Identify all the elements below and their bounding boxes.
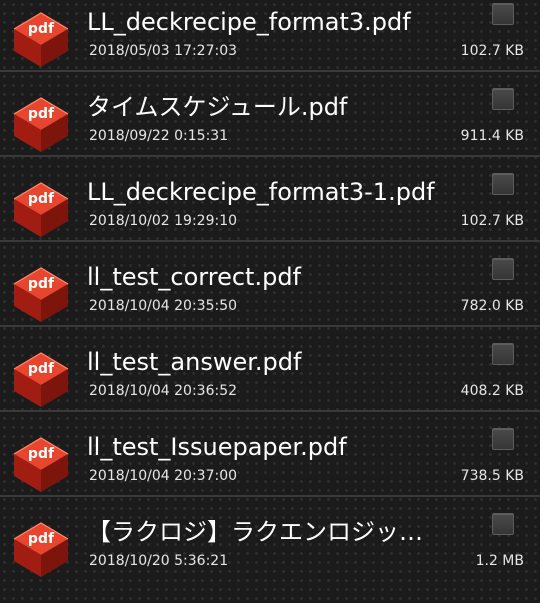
select-checkbox[interactable] <box>492 88 514 110</box>
file-list-item[interactable]: pdf LL_deckrecipe_format3.pdf 2018/05/03… <box>0 0 540 72</box>
svg-text:pdf: pdf <box>28 361 55 377</box>
select-checkbox[interactable] <box>492 173 514 195</box>
svg-text:pdf: pdf <box>28 276 55 292</box>
pdf-icon: pdf <box>12 266 70 324</box>
file-size: 782.0 KB <box>460 298 524 314</box>
file-size: 1.2 MB <box>475 553 524 569</box>
file-name: ll_test_answer.pdf <box>87 348 302 376</box>
pdf-icon: pdf <box>12 11 70 69</box>
file-date: 2018/10/04 20:35:50 <box>89 298 238 314</box>
svg-text:pdf: pdf <box>28 531 55 547</box>
file-size: 738.5 KB <box>460 468 524 484</box>
select-checkbox[interactable] <box>492 513 514 535</box>
file-date: 2018/10/04 20:37:00 <box>89 468 238 484</box>
pdf-icon: pdf <box>12 436 70 494</box>
file-size: 911.4 KB <box>460 128 524 144</box>
select-checkbox[interactable] <box>492 258 514 280</box>
file-name: ll_test_correct.pdf <box>87 263 302 291</box>
file-list: pdf LL_deckrecipe_format3.pdf 2018/05/03… <box>0 0 540 582</box>
pdf-icon: pdf <box>12 96 70 154</box>
select-checkbox[interactable] <box>492 343 514 365</box>
file-name: タイムスケジュール.pdf <box>87 93 348 121</box>
select-checkbox[interactable] <box>492 3 514 25</box>
file-date: 2018/05/03 17:27:03 <box>89 43 238 59</box>
pdf-icon: pdf <box>12 181 70 239</box>
file-name: LL_deckrecipe_format3-1.pdf <box>87 178 435 206</box>
file-date: 2018/10/04 20:36:52 <box>89 383 238 399</box>
file-date: 2018/10/02 19:29:10 <box>89 213 238 229</box>
file-list-item[interactable]: pdf ll_test_correct.pdf 2018/10/04 20:35… <box>0 242 540 327</box>
file-list-item[interactable]: pdf 【ラクロジ】ラクエンロジッ… 2018/10/20 5:36:21 1.… <box>0 497 540 582</box>
file-list-item[interactable]: pdf タイムスケジュール.pdf 2018/09/22 0:15:31 911… <box>0 72 540 157</box>
file-list-item[interactable]: pdf ll_test_answer.pdf 2018/10/04 20:36:… <box>0 327 540 412</box>
file-name: 【ラクロジ】ラクエンロジッ… <box>87 518 423 546</box>
file-size: 102.7 KB <box>460 213 524 229</box>
file-date: 2018/10/20 5:36:21 <box>89 553 229 569</box>
file-list-item[interactable]: pdf LL_deckrecipe_format3-1.pdf 2018/10/… <box>0 157 540 242</box>
file-list-item[interactable]: pdf ll_test_Issuepaper.pdf 2018/10/04 20… <box>0 412 540 497</box>
svg-text:pdf: pdf <box>28 191 55 207</box>
svg-text:pdf: pdf <box>28 21 55 37</box>
file-name: LL_deckrecipe_format3.pdf <box>87 8 411 36</box>
file-name: ll_test_Issuepaper.pdf <box>87 433 347 461</box>
pdf-icon: pdf <box>12 521 70 579</box>
file-date: 2018/09/22 0:15:31 <box>89 128 229 144</box>
file-size: 408.2 KB <box>460 383 524 399</box>
select-checkbox[interactable] <box>492 428 514 450</box>
file-size: 102.7 KB <box>460 43 524 59</box>
pdf-icon: pdf <box>12 351 70 409</box>
svg-text:pdf: pdf <box>28 106 55 122</box>
svg-text:pdf: pdf <box>28 446 55 462</box>
